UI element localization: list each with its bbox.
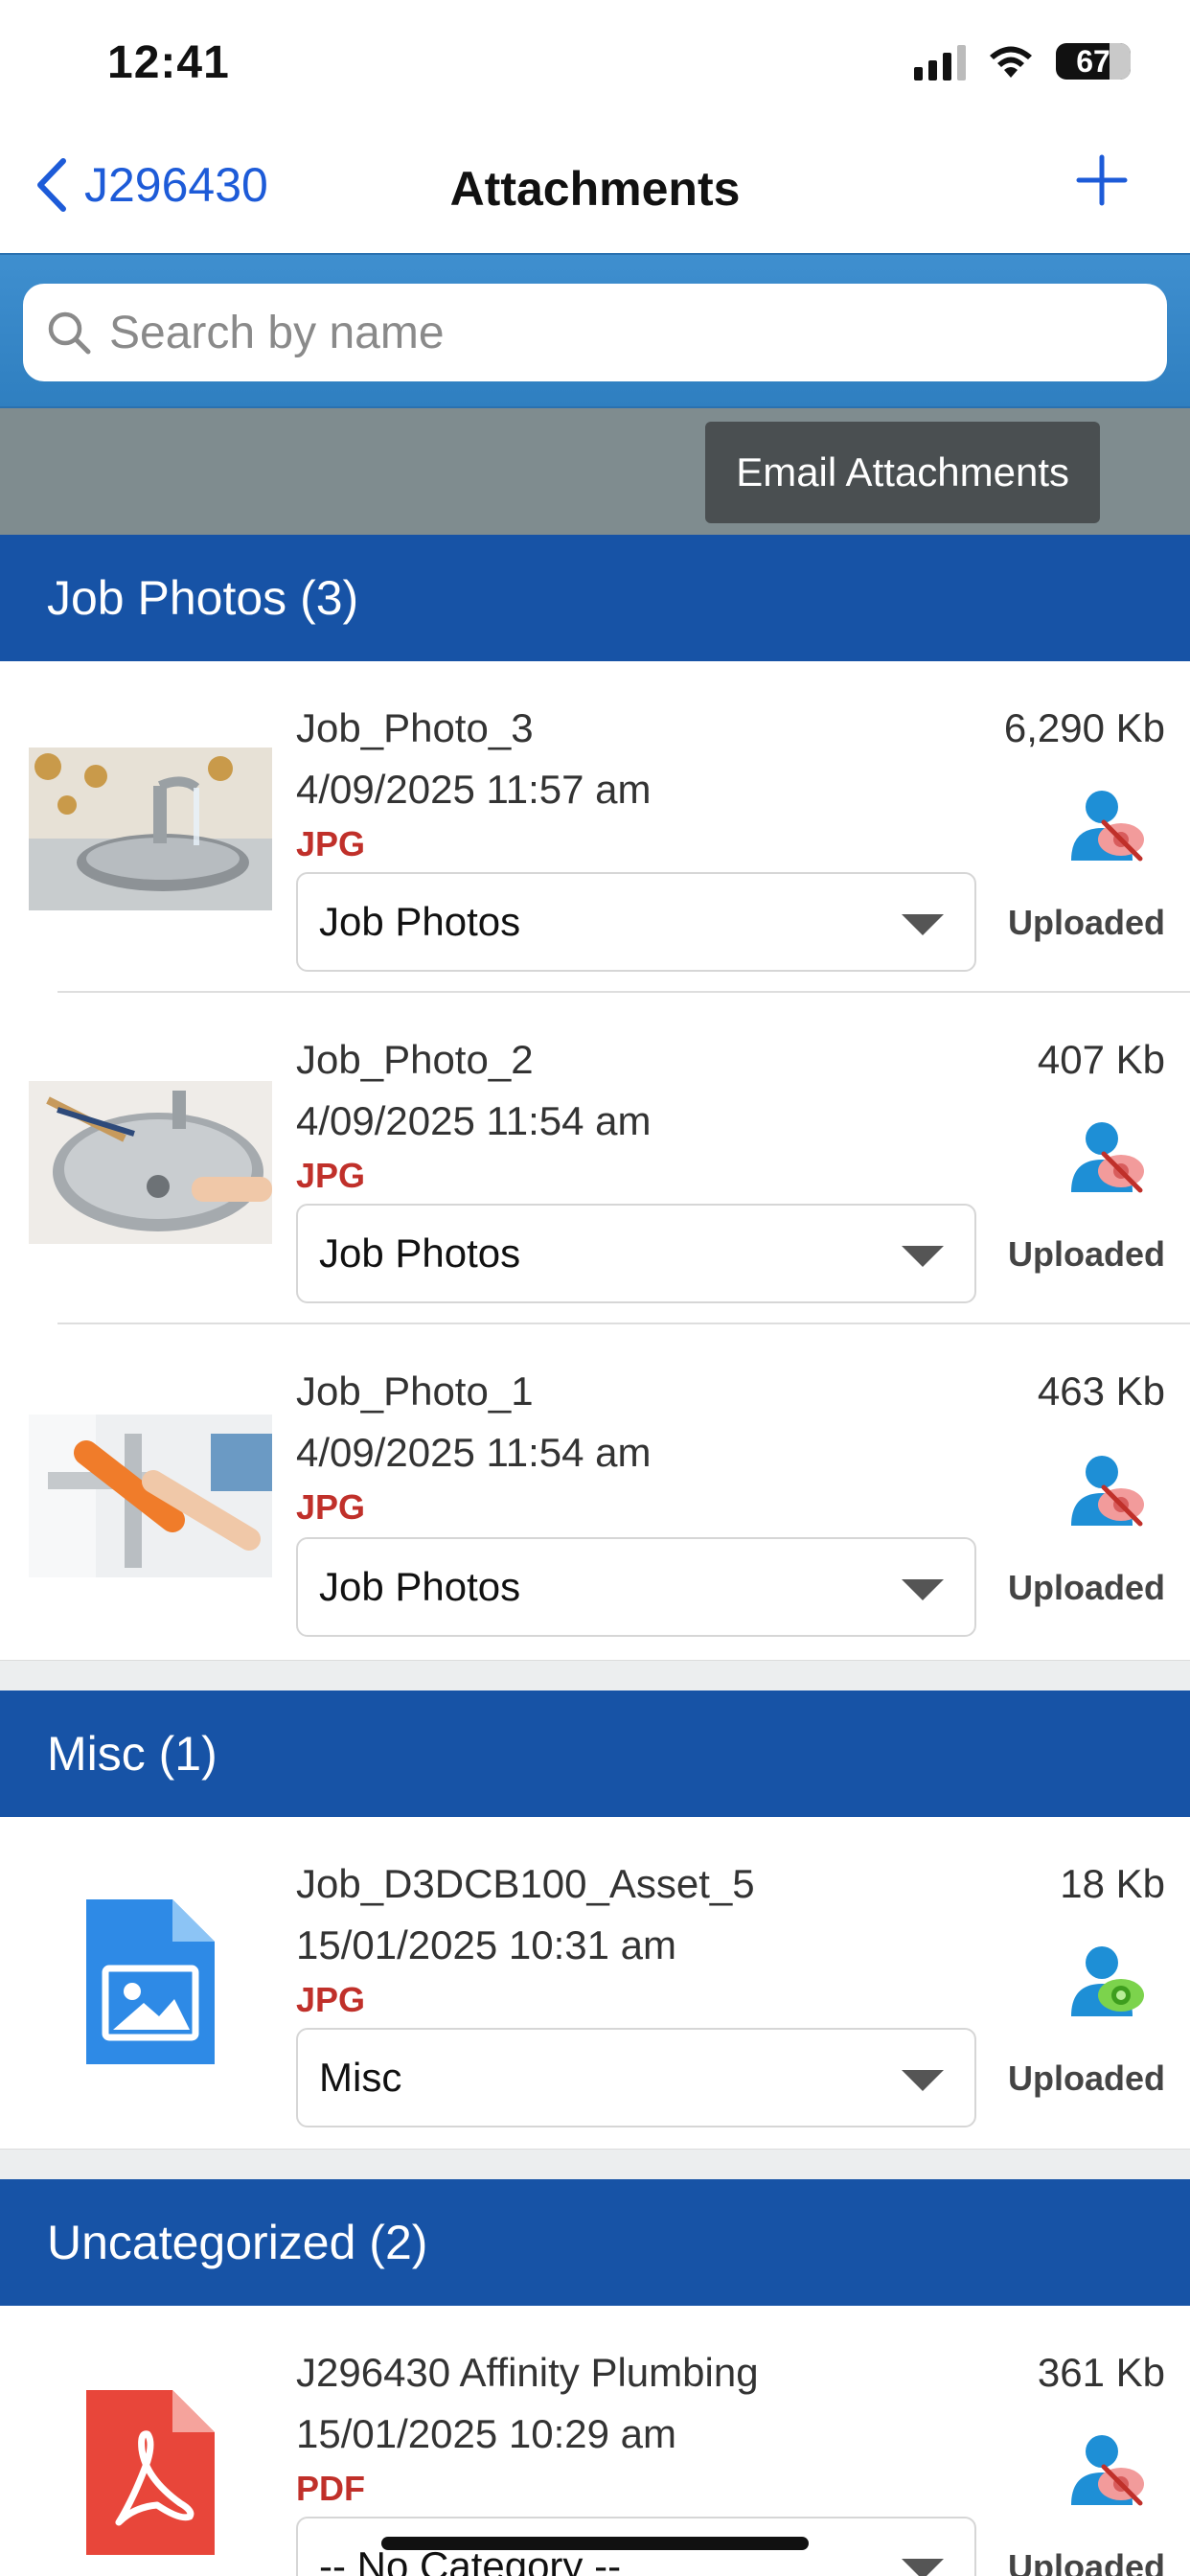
user-visible-icon[interactable] (1067, 1942, 1148, 2022)
category-dropdown-value: Job Photos (319, 899, 521, 944)
category-dropdown-value: Misc (319, 2055, 402, 2100)
file-size: 407 Kb (1037, 1037, 1165, 1082)
status-bar: 12:41 67 (0, 0, 1190, 125)
section-header-misc[interactable]: Misc (1) (0, 1690, 1190, 1817)
thumbnail-image[interactable] (29, 748, 272, 910)
battery-icon: 67 (1056, 43, 1131, 80)
file-type-label: PDF (296, 2469, 365, 2508)
category-dropdown[interactable]: Misc (296, 2028, 976, 2128)
section-gap (0, 1660, 1190, 1690)
attachment-item[interactable]: Job_Photo_1 4/09/2025 11:54 am JPG Job P… (0, 1324, 1190, 1656)
user-hidden-icon[interactable] (1067, 2430, 1148, 2511)
battery-level: 67 (1076, 43, 1110, 79)
attachment-name: J296430 Affinity Plumbing (296, 2350, 759, 2395)
user-hidden-icon[interactable] (1067, 1117, 1148, 1198)
cellular-signal-icon (914, 42, 966, 80)
attachment-date: 4/09/2025 11:57 am (296, 767, 652, 812)
wifi-icon (990, 46, 1032, 78)
upload-status: Uploaded (1007, 2058, 1165, 2098)
dropdown-arrow-icon (902, 2559, 944, 2576)
category-dropdown-value: Job Photos (319, 1230, 521, 1276)
search-icon (48, 311, 91, 355)
attachment-name: Job_D3DCB100_Asset_5 (296, 1861, 755, 1906)
navigation-bar: J296430 Attachments (0, 125, 1190, 253)
upload-status: Uploaded (1007, 1234, 1165, 1274)
attachment-item[interactable]: Job_Photo_2 4/09/2025 11:54 am JPG Job P… (0, 993, 1190, 1324)
search-bar-container (0, 253, 1190, 408)
category-dropdown[interactable]: Job Photos (296, 1204, 976, 1303)
file-size: 463 Kb (1037, 1368, 1165, 1414)
home-indicator[interactable] (381, 2537, 809, 2550)
thumbnail-image[interactable] (29, 1414, 272, 1577)
attachment-date: 4/09/2025 11:54 am (296, 1098, 652, 1143)
pdf-file-icon[interactable] (86, 2390, 215, 2555)
file-size: 361 Kb (1037, 2350, 1165, 2395)
file-type-label: JPG (296, 1156, 366, 1195)
category-dropdown-value: Job Photos (319, 1564, 521, 1609)
search-input[interactable] (109, 306, 1125, 359)
file-size: 18 Kb (1060, 1861, 1165, 1906)
dropdown-arrow-icon (902, 2070, 944, 2091)
search-box[interactable] (23, 284, 1167, 381)
status-icons: 67 (914, 42, 1131, 80)
attachment-date: 4/09/2025 11:54 am (296, 1430, 652, 1475)
category-dropdown[interactable]: Job Photos (296, 872, 976, 972)
section-header-job-photos[interactable]: Job Photos (3) (0, 535, 1190, 661)
attachment-name: Job_Photo_3 (296, 705, 534, 750)
dropdown-arrow-icon (902, 914, 944, 935)
page-title: Attachments (449, 162, 741, 216)
attachment-item[interactable]: Job_Photo_3 4/09/2025 11:57 am JPG Job P… (0, 661, 1190, 993)
user-hidden-icon[interactable] (1067, 1451, 1148, 1531)
file-type-label: JPG (296, 1487, 366, 1527)
image-file-icon[interactable] (86, 1899, 215, 2064)
status-time: 12:41 (107, 37, 230, 88)
category-dropdown[interactable]: Job Photos (296, 1537, 976, 1637)
attachment-name: Job_Photo_1 (296, 1368, 534, 1414)
section-gap (0, 2149, 1190, 2179)
upload-status: Uploaded (1007, 2547, 1165, 2576)
upload-status: Uploaded (1007, 903, 1165, 942)
dropdown-arrow-icon (902, 1579, 944, 1600)
file-size: 6,290 Kb (1003, 705, 1165, 750)
attachment-date: 15/01/2025 10:31 am (296, 1922, 676, 1967)
section-header-uncategorized[interactable]: Uncategorized (2) (0, 2179, 1190, 2306)
thumbnail-image[interactable] (29, 1081, 272, 1244)
attachments-toolbar: Email Attachments (0, 408, 1190, 535)
file-type-label: JPG (296, 1980, 366, 2019)
dropdown-arrow-icon (902, 1246, 944, 1267)
email-attachments-button[interactable]: Email Attachments (705, 422, 1100, 523)
plus-icon[interactable] (1075, 153, 1129, 207)
user-hidden-icon[interactable] (1067, 786, 1148, 866)
attachment-name: Job_Photo_2 (296, 1037, 534, 1082)
upload-status: Uploaded (1007, 1568, 1165, 1607)
attachment-item[interactable]: J296430 Affinity Plumbing 15/01/2025 10:… (0, 2306, 1190, 2576)
file-type-label: JPG (296, 824, 366, 863)
attachment-item[interactable]: Job_D3DCB100_Asset_5 15/01/2025 10:31 am… (0, 1817, 1190, 2149)
attachment-date: 15/01/2025 10:29 am (296, 2411, 676, 2456)
